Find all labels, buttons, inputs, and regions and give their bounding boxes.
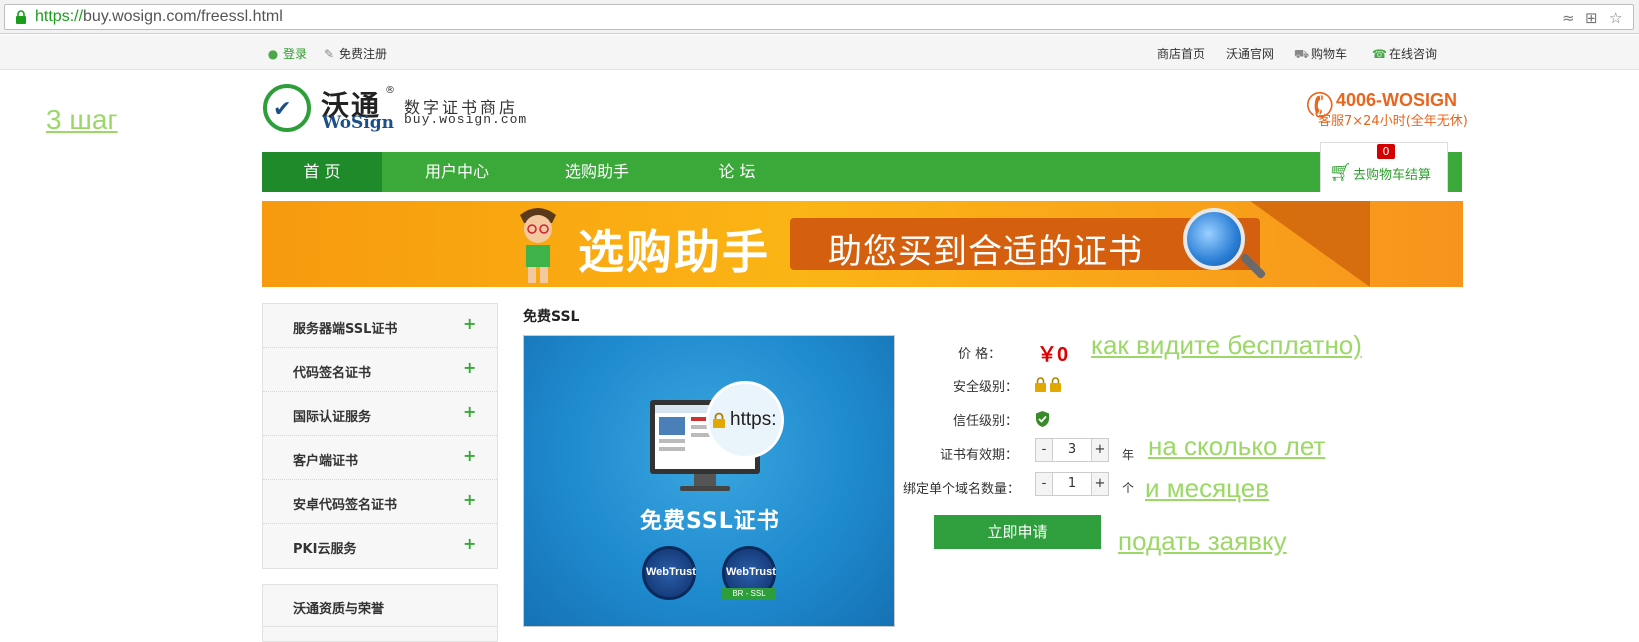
padlock-icon <box>1035 377 1046 392</box>
expand-plus-icon[interactable]: + <box>463 490 476 509</box>
annotation-years: на сколько лет <box>1148 431 1326 461</box>
logo-check-icon: ✔ <box>273 97 292 122</box>
official-site-link[interactable]: 沃通官网 <box>1226 45 1274 62</box>
seal-ribbon: BR - SSL <box>722 588 776 600</box>
sidebar-item-intl-certification[interactable]: 国际认证服务 + <box>263 392 497 436</box>
nav-forum[interactable]: 论 坛 <box>677 152 797 192</box>
monitor-stand <box>694 474 716 486</box>
extension-icon[interactable]: ≈ <box>1562 9 1575 27</box>
domains-label: 绑定单个域名数量： <box>903 482 1021 497</box>
expand-plus-icon[interactable]: + <box>463 402 476 421</box>
monitor-base <box>680 486 730 491</box>
trust-shield-icon <box>1036 411 1049 427</box>
product-title: 免费SSL <box>523 309 580 325</box>
validity-increment-button[interactable]: + <box>1091 438 1109 462</box>
user-icon: ● <box>267 47 279 61</box>
annotation-step: 3 шаг <box>46 104 118 135</box>
price-label: 价 格： <box>958 347 1002 362</box>
translate-icon[interactable]: ⊞ <box>1585 9 1598 27</box>
expand-plus-icon[interactable]: + <box>463 534 476 553</box>
banner-subtitle: 助您买到合适的证书 <box>828 232 1143 272</box>
seal-label: WebTrust <box>646 566 696 578</box>
cart-count-badge: 0 <box>1377 144 1395 159</box>
domains-decrement-button[interactable]: - <box>1035 472 1053 496</box>
sidebar-item-label: 服务器端SSL证书 <box>293 322 398 337</box>
mascot-illustration <box>520 208 556 283</box>
category-sidebar: 服务器端SSL证书 + 代码签名证书 + 国际认证服务 + 客户端证书 + 安卓代码签名… <box>262 303 498 569</box>
padlock-icon <box>1050 377 1061 392</box>
banner-decoration <box>1250 201 1370 287</box>
trust-level-label: 信任级别： <box>953 414 1019 429</box>
sidebar-item-label: PKI云服务 <box>293 542 357 557</box>
validity-label: 证书有效期： <box>940 448 1019 463</box>
online-chat-link[interactable]: ☎ 在线咨询 <box>1372 45 1437 62</box>
url-text: https://buy.wosign.com/freessl.html <box>35 8 283 25</box>
sidebar-item-client-cert[interactable]: 客户端证书 + <box>263 436 497 480</box>
magnifier-icon <box>1183 208 1245 270</box>
divider <box>263 626 497 627</box>
sidebar-item-code-signing[interactable]: 代码签名证书 + <box>263 348 497 392</box>
login-link[interactable]: ● 登录 <box>266 45 307 62</box>
nav-user-center[interactable]: 用户中心 <box>397 152 517 192</box>
annotation-submit: подать заявку <box>1118 526 1287 556</box>
security-level-label: 安全级别： <box>953 380 1019 395</box>
sidebar-item-pki-cloud[interactable]: PKI云服务 + <box>263 524 497 568</box>
bookmark-star-icon[interactable]: ☆ <box>1609 9 1622 27</box>
service-hours: 客服7×24小时(全年无休) <box>1318 114 1468 129</box>
domains-unit: 个 <box>1122 481 1135 495</box>
hotline-number: 4006-WOSIGN <box>1336 90 1458 110</box>
apply-now-button[interactable]: 立即申请 <box>934 515 1101 549</box>
store-domain: buy.wosign.com <box>404 112 528 127</box>
browser-address-bar: https://buy.wosign.com/freessl.html ≈ ⊞ … <box>0 0 1639 34</box>
store-home-link[interactable]: 商店首页 <box>1157 45 1205 62</box>
top-link-bar: ● 登录 ✎ 免费注册 商店首页 沃通官网 ⛟ 购物车 ☎ 在线咨询 <box>0 35 1639 70</box>
validity-years-input[interactable]: 3 <box>1052 438 1092 462</box>
nav-buying-guide[interactable]: 选购助手 <box>537 152 657 192</box>
padlock-icon <box>713 412 725 428</box>
secure-lock-icon <box>16 10 26 24</box>
register-link[interactable]: ✎ 免费注册 <box>322 45 387 62</box>
domains-increment-button[interactable]: + <box>1091 472 1109 496</box>
expand-plus-icon[interactable]: + <box>463 314 476 333</box>
sidebar-item-label: 客户端证书 <box>293 454 359 469</box>
sidebar-item-android-signing[interactable]: 安卓代码签名证书 + <box>263 480 497 524</box>
sidebar-item-label: 国际认证服务 <box>293 410 372 425</box>
price-value: ￥0 <box>1037 344 1069 366</box>
url-field[interactable]: https://buy.wosign.com/freessl.html ≈ ⊞ … <box>4 4 1634 30</box>
logo-en-text: WoSign <box>322 113 395 133</box>
honor-heading[interactable]: 沃通资质与荣誉 <box>293 598 384 617</box>
cart-checkout-label: 去购物车结算 <box>1353 168 1432 183</box>
support-icon: ☎ <box>1372 47 1387 61</box>
https-label: https: <box>730 409 777 430</box>
validity-unit: 年 <box>1122 448 1135 462</box>
main-nav: 首 页 用户中心 选购助手 论 坛 <box>262 152 1462 192</box>
cart-icon: ⛟ <box>1294 47 1310 61</box>
cart-link[interactable]: ⛟ 购物车 <box>1294 45 1347 63</box>
domains-count-input[interactable]: 1 <box>1052 472 1092 496</box>
expand-plus-icon[interactable]: + <box>463 446 476 465</box>
cart-icon: 🛒︎ <box>1329 162 1352 183</box>
nav-home[interactable]: 首 页 <box>262 152 382 192</box>
annotation-months: и месяцев <box>1145 473 1270 503</box>
product-image-caption: 免费SSL证书 <box>640 509 780 534</box>
edit-icon: ✎ <box>323 47 335 61</box>
logo-registered-mark: ® <box>385 85 395 96</box>
sidebar-item-label: 代码签名证书 <box>293 366 372 381</box>
validity-decrement-button[interactable]: - <box>1035 438 1053 462</box>
seal-label: WebTrust <box>726 566 776 578</box>
expand-plus-icon[interactable]: + <box>463 358 476 377</box>
sidebar-item-label: 安卓代码签名证书 <box>293 498 398 513</box>
annotation-free: как видите бесплатно) <box>1091 330 1362 360</box>
sidebar-item-server-ssl[interactable]: 服务器端SSL证书 + <box>263 304 497 348</box>
banner-title: 选购助手 <box>578 225 770 279</box>
